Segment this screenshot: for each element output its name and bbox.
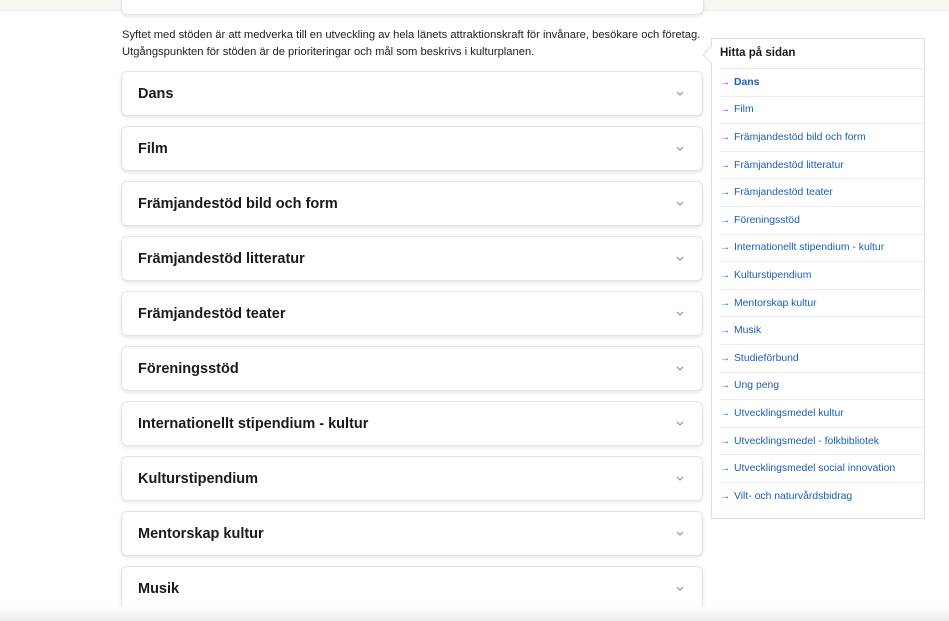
chevron-down-icon [674, 198, 686, 210]
toc-link-mentorskap-kultur[interactable]: → Mentorskap kultur [720, 290, 924, 318]
arrow-right-icon: → [720, 214, 730, 226]
toc-link-framjandestod-teater[interactable]: → Främjandestöd teater [720, 179, 924, 207]
accordion-item-title: Främjandestöd litteratur [138, 250, 305, 267]
toc-link-framjandestod-litteratur[interactable]: → Främjandestöd litteratur [720, 152, 924, 180]
toc-link-label: Film [734, 104, 754, 116]
accordion-item-title: Främjandestöd bild och form [138, 195, 338, 212]
toc-pointer [702, 45, 721, 64]
accordion-item-title: Internationellt stipendium - kultur [138, 415, 369, 432]
arrow-right-icon: → [720, 491, 730, 503]
arrow-right-icon: → [720, 407, 730, 419]
toc-title: Hitta på sidan [720, 47, 796, 59]
intro-text: Syftet med stöden är att medverka till e… [122, 29, 701, 58]
toc-link-label: Kulturstipendium [734, 269, 812, 281]
chevron-down-icon [674, 473, 686, 485]
accordion-item-title: Musik [138, 580, 180, 597]
accordion-item-kulturstipendium[interactable]: Kulturstipendium [121, 456, 703, 501]
chevron-down-icon [674, 143, 686, 155]
arrow-right-icon: → [720, 352, 730, 364]
chevron-down-icon [674, 88, 686, 100]
toc-link-label: Främjandestöd litteratur [734, 159, 844, 171]
toc-list: → Dans → Film → Främjandestöd bild och form… [720, 69, 924, 511]
toc-link-musik[interactable]: → Musik [720, 317, 924, 345]
arrow-right-icon: → [720, 242, 730, 254]
chevron-down-icon [674, 418, 686, 430]
toc-link-internationellt-stipendium[interactable]: → Internationellt stipendium - kultur [720, 235, 924, 263]
previous-section-card [121, 0, 704, 15]
toc-link-utvecklingsmedel-kultur[interactable]: → Utvecklingsmedel kultur [720, 400, 924, 428]
accordion-item-title: Mentorskap kultur [138, 525, 264, 542]
arrow-right-icon: → [720, 325, 730, 337]
toc-link-ung-peng[interactable]: → Ung peng [720, 373, 924, 401]
arrow-right-icon: → [720, 131, 730, 143]
arrow-right-icon: → [720, 269, 730, 281]
toc-link-label: Föreningsstöd [734, 214, 800, 226]
toc-link-dans[interactable]: → Dans [720, 69, 924, 97]
toc-link-label: Vilt- och naturvårdsbidrag [734, 491, 853, 503]
arrow-right-icon: → [720, 187, 730, 199]
accordion-item-framjandestod-litteratur[interactable]: Främjandestöd litteratur [121, 236, 703, 281]
accordion-item-title: Dans [138, 85, 174, 102]
toc-link-label: Utvecklingsmedel kultur [734, 407, 844, 419]
arrow-right-icon: → [720, 104, 730, 116]
toc-link-label: Utvecklingsmedel - folkbibliotek [734, 435, 879, 447]
toc-link-utvecklingsmedel-folkbibliotek[interactable]: → Utvecklingsmedel - folkbibliotek [720, 428, 924, 456]
toc-link-label: Främjandestöd teater [734, 187, 833, 199]
arrow-right-icon: → [720, 435, 730, 447]
accordion-item-dans[interactable]: Dans [121, 71, 703, 116]
accordion-item-title: Film [138, 140, 168, 157]
chevron-down-icon [674, 528, 686, 540]
accordion-item-film[interactable]: Film [121, 126, 703, 171]
arrow-right-icon: → [720, 76, 730, 88]
toc-link-foreningsstod[interactable]: → Föreningsstöd [720, 207, 924, 235]
accordion-item-title: Föreningsstöd [138, 360, 239, 377]
arrow-right-icon: → [720, 380, 730, 392]
accordion-item-title: Kulturstipendium [138, 470, 259, 487]
toc-link-label: Främjandestöd bild och form [734, 131, 866, 143]
toc-link-framjandestod-bild-och-form[interactable]: → Främjandestöd bild och form [720, 124, 924, 152]
toc-link-studieforbund[interactable]: → Studieförbund [720, 345, 924, 373]
arrow-right-icon: → [720, 159, 730, 171]
accordion-item-internationellt-stipendium[interactable]: Internationellt stipendium - kultur [121, 401, 703, 446]
accordion-list: Dans Film Främjandestöd bild och form Fr… [121, 71, 703, 621]
accordion-item-framjandestod-bild-och-form[interactable]: Främjandestöd bild och form [121, 181, 703, 226]
toc-link-label: Dans [734, 76, 760, 88]
toc-link-film[interactable]: → Film [720, 97, 924, 125]
chevron-down-icon [674, 253, 686, 265]
accordion-item-foreningsstod[interactable]: Föreningsstöd [121, 346, 703, 391]
arrow-right-icon: → [720, 297, 730, 309]
toc-link-kulturstipendium[interactable]: → Kulturstipendium [720, 262, 924, 290]
toc-link-label: Musik [734, 325, 762, 337]
toc-link-label: Ung peng [734, 380, 780, 392]
toc-link-label: Mentorskap kultur [734, 297, 817, 309]
toc-link-label: Studieförbund [734, 352, 799, 364]
toc-link-label: Internationellt stipendium - kultur [734, 242, 885, 254]
accordion-item-mentorskap-kultur[interactable]: Mentorskap kultur [121, 511, 703, 556]
accordion-item-musik[interactable]: Musik [121, 566, 703, 611]
chevron-down-icon [674, 583, 686, 595]
toc-link-utvecklingsmedel-social-innovation[interactable]: → Utvecklingsmedel social innovation [720, 455, 924, 483]
chevron-down-icon [674, 308, 686, 320]
toc-link-vilt-och-naturvardsbidrag[interactable]: → Vilt- och naturvårdsbidrag [720, 483, 924, 511]
bottom-fade [0, 606, 949, 621]
page-toc: Hitta på sidan → Dans → Film → Främjandestö… [702, 38, 925, 519]
accordion-item-title: Främjandestöd teater [138, 305, 286, 322]
arrow-right-icon: → [720, 463, 730, 475]
accordion-item-framjandestod-teater[interactable]: Främjandestöd teater [121, 291, 703, 336]
chevron-down-icon [674, 363, 686, 375]
toc-link-label: Utvecklingsmedel social innovation [734, 463, 896, 475]
